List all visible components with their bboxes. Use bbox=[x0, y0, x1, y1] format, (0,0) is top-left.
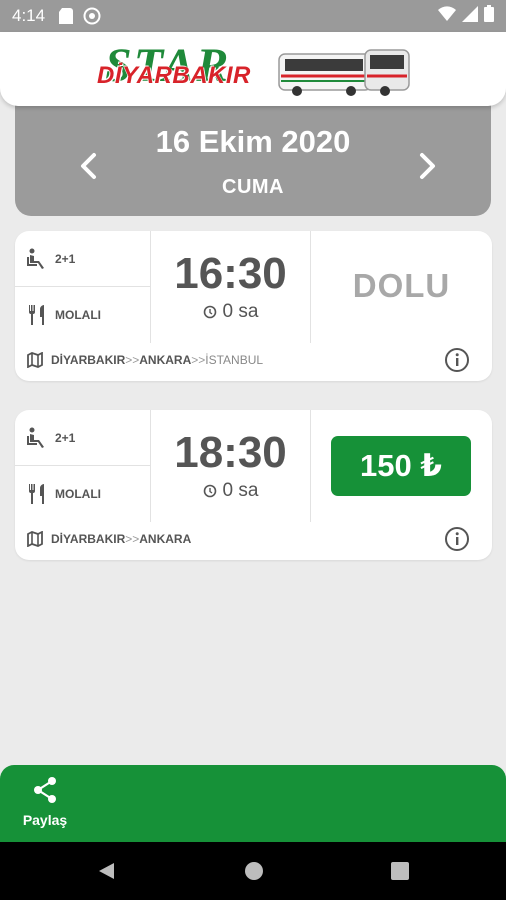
route-separator: >> bbox=[125, 532, 140, 546]
seating-row: 2+1 bbox=[15, 231, 150, 287]
route-destination: ANKARA bbox=[139, 532, 192, 546]
share-icon bbox=[34, 777, 56, 803]
chevron-right-icon bbox=[420, 153, 435, 179]
seating-label: 2+1 bbox=[55, 430, 76, 445]
map-icon bbox=[27, 352, 43, 368]
status-bar: 4:14 bbox=[0, 0, 506, 32]
date-panel: 16 Ekim 2020 CUMA bbox=[15, 96, 491, 216]
recents-icon[interactable] bbox=[391, 861, 409, 881]
trip-features: 2+1 MOLALI bbox=[15, 231, 151, 343]
route-origin: DİYARBAKIR bbox=[51, 353, 126, 367]
trip-time-block: 16:30 0 sa bbox=[151, 231, 311, 343]
bus-image bbox=[278, 49, 410, 96]
logo-name-text: DİYARBAKIR bbox=[97, 62, 251, 89]
next-day-button[interactable] bbox=[413, 146, 443, 186]
route-stop: ANKARA bbox=[139, 353, 192, 367]
meal-row: MOLALI bbox=[15, 287, 150, 343]
system-navigation-bar bbox=[0, 842, 506, 900]
seat-icon bbox=[25, 426, 49, 450]
meal-label: MOLALI bbox=[55, 308, 101, 322]
route-separator: >> bbox=[191, 353, 206, 367]
seat-icon bbox=[25, 247, 49, 271]
signal-icon bbox=[462, 5, 478, 27]
route-separator: >> bbox=[125, 353, 140, 367]
trip-time-block: 18:30 0 sa bbox=[151, 410, 311, 522]
trip-card[interactable]: 2+1 MOLALI 18:30 0 sa 150 ₺ DİYARBAKIR >… bbox=[15, 410, 492, 560]
meal-row: MOLALI bbox=[15, 466, 150, 522]
trip-features: 2+1 MOLALI bbox=[15, 410, 151, 522]
no-disturb-icon bbox=[83, 7, 101, 25]
trip-card[interactable]: 2+1 MOLALI 16:30 0 sa DOLU DİYARBAKIR >>… bbox=[15, 231, 492, 381]
share-button[interactable]: Paylaş bbox=[14, 775, 76, 835]
bottom-action-bar: Paylaş bbox=[0, 765, 506, 843]
share-label: Paylaş bbox=[22, 812, 68, 828]
trip-duration: 0 sa bbox=[151, 301, 310, 323]
wifi-icon bbox=[438, 5, 456, 27]
status-time: 4:14 bbox=[12, 6, 46, 25]
clock-icon bbox=[203, 484, 216, 498]
sd-card-icon bbox=[59, 8, 74, 24]
clock-icon bbox=[203, 305, 216, 319]
route-row: DİYARBAKIR >> ANKARA bbox=[27, 528, 191, 550]
route-origin: DİYARBAKIR bbox=[51, 532, 126, 546]
departure-time: 18:30 bbox=[174, 428, 287, 477]
home-icon[interactable] bbox=[244, 861, 264, 881]
trip-duration: 0 sa bbox=[151, 480, 310, 502]
trip-status-block: DOLU bbox=[311, 231, 492, 343]
sold-out-label: DOLU bbox=[352, 267, 451, 304]
duration-text: 0 sa bbox=[222, 480, 259, 501]
fork-knife-icon bbox=[25, 482, 49, 506]
route-row: DİYARBAKIR >> ANKARA >> İSTANBUL bbox=[27, 349, 263, 371]
company-logo: STAR DİYARBAKIR bbox=[89, 40, 421, 106]
fork-knife-icon bbox=[25, 303, 49, 327]
back-icon[interactable] bbox=[96, 861, 116, 881]
duration-text: 0 sa bbox=[222, 301, 259, 322]
buy-ticket-button[interactable]: 150 ₺ bbox=[331, 436, 471, 496]
route-destination: İSTANBUL bbox=[205, 353, 264, 367]
app-header: STAR DİYARBAKIR bbox=[0, 32, 506, 106]
map-icon bbox=[27, 531, 43, 547]
seating-label: 2+1 bbox=[55, 251, 76, 266]
departure-time: 16:30 bbox=[174, 249, 287, 298]
trip-price-block: 150 ₺ bbox=[311, 410, 492, 522]
meal-label: MOLALI bbox=[55, 487, 101, 501]
info-icon[interactable] bbox=[444, 347, 470, 373]
info-icon[interactable] bbox=[444, 526, 470, 552]
seating-row: 2+1 bbox=[15, 410, 150, 466]
battery-icon bbox=[484, 5, 494, 27]
